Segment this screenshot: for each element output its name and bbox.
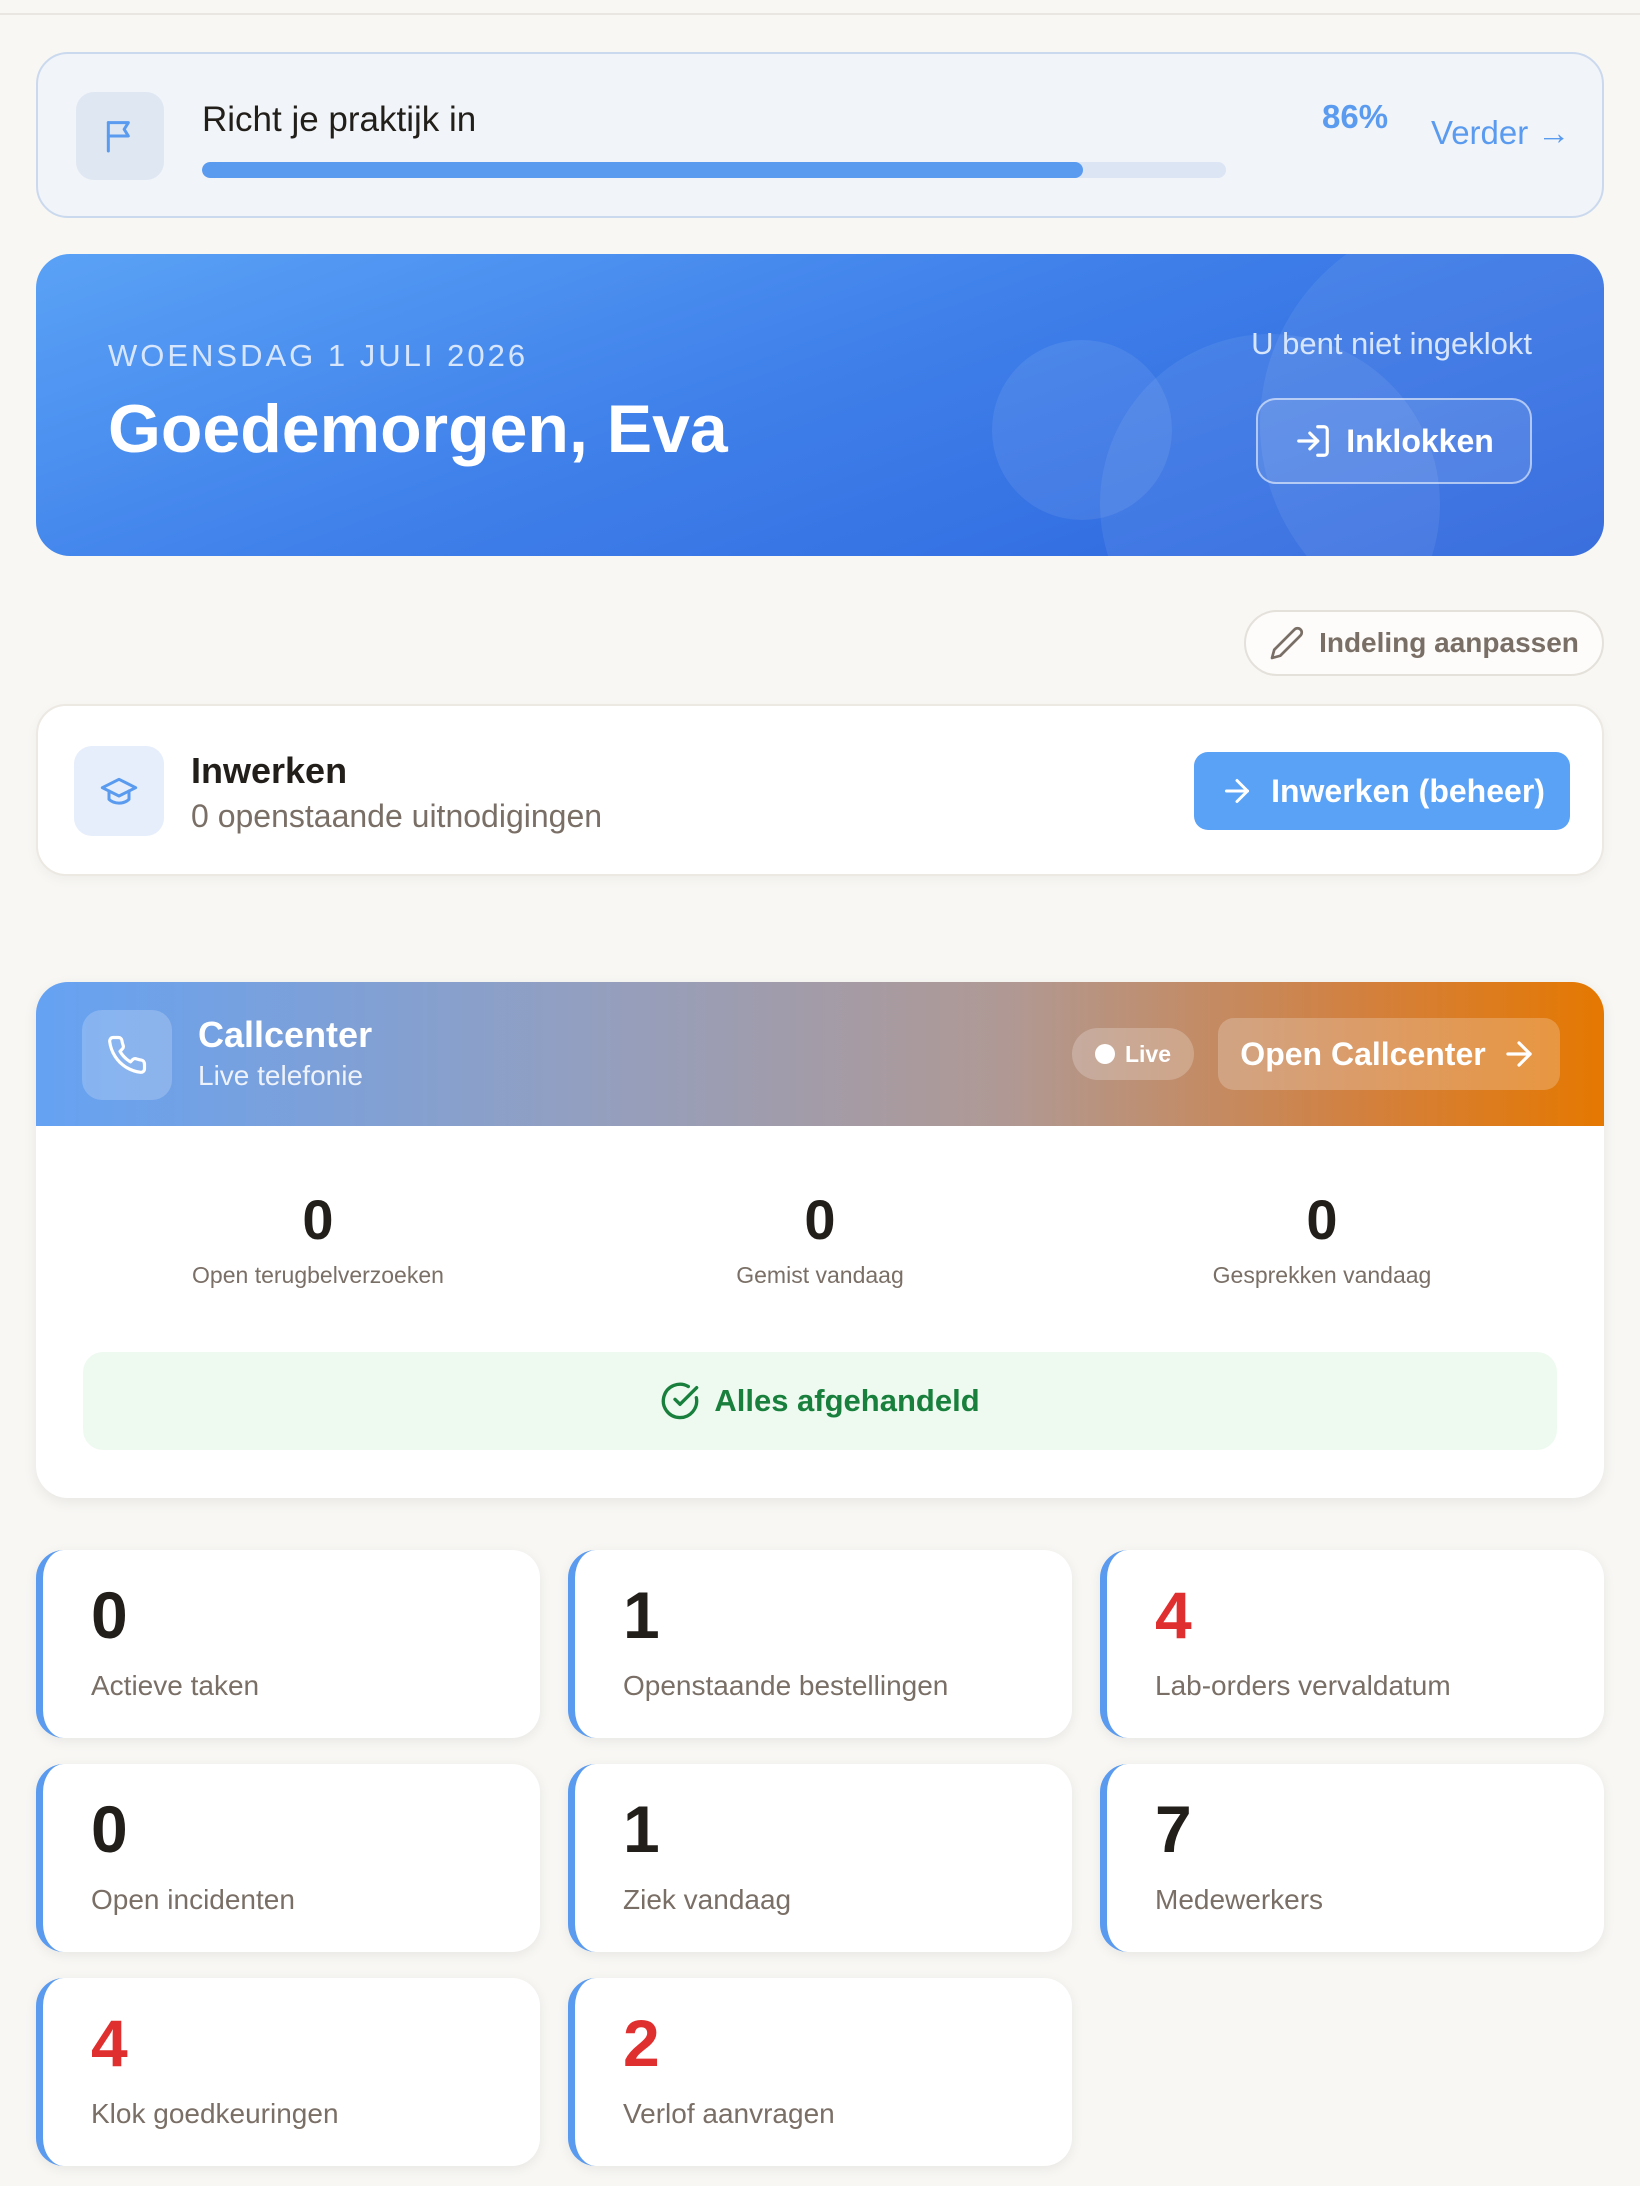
live-badge: Live xyxy=(1072,1028,1194,1080)
setup-progress-fill xyxy=(202,162,1083,178)
lab-orders-tile[interactable]: 4 Lab-orders vervaldatum xyxy=(1100,1550,1604,1738)
tile-label: Klok goedkeuringen xyxy=(91,2098,339,2129)
phone-icon xyxy=(82,1010,172,1100)
arrow-right-icon xyxy=(1506,1041,1532,1067)
login-icon xyxy=(1297,425,1330,457)
setup-progress-card: Richt je praktijk in 86% Verder → xyxy=(36,52,1604,218)
clock-approvals-tile[interactable]: 4 Klok goedkeuringen xyxy=(36,1978,540,2166)
active-tasks-tile[interactable]: 0 Actieve taken xyxy=(36,1550,540,1738)
tile-label: Open incidenten xyxy=(91,1884,295,1915)
stat-label: Gesprekken vandaag xyxy=(1212,1262,1432,1288)
callcenter-card: Callcenter Live telefonie Live Open Call… xyxy=(36,982,1604,1498)
clock-in-label: Inklokken xyxy=(1346,422,1494,459)
onboarding-title: Inwerken xyxy=(191,750,348,791)
tile-value: 2 xyxy=(623,2006,660,2080)
callback-requests-stat: 0 Open terugbelverzoeken xyxy=(118,1192,518,1289)
stat-value: 0 xyxy=(1306,1188,1338,1251)
callcenter-status: Alles afgehandeld xyxy=(83,1352,1557,1450)
tile-label: Lab-orders vervaldatum xyxy=(1155,1670,1451,1701)
clock-status: U bent niet ingeklokt xyxy=(1251,326,1532,361)
callcenter-status-label: Alles afgehandeld xyxy=(714,1383,980,1418)
setup-progress-bar xyxy=(202,162,1226,178)
tile-label: Medewerkers xyxy=(1155,1884,1324,1915)
edit-layout-label: Indeling aanpassen xyxy=(1319,627,1579,658)
open-callcenter-button[interactable]: Open Callcenter xyxy=(1218,1018,1560,1090)
stat-value: 0 xyxy=(804,1188,836,1251)
setup-progress-percent: 86% xyxy=(1322,98,1389,135)
open-incidents-tile[interactable]: 0 Open incidenten xyxy=(36,1764,540,1952)
live-dot-icon xyxy=(1094,1044,1115,1064)
calls-today-stat: 0 Gesprekken vandaag xyxy=(1122,1192,1522,1289)
clock-in-button[interactable]: Inklokken xyxy=(1256,398,1532,484)
callcenter-subtitle: Live telefonie xyxy=(198,1060,364,1091)
open-orders-tile[interactable]: 1 Openstaande bestellingen xyxy=(568,1550,1072,1738)
tile-value: 1 xyxy=(623,1792,660,1866)
tile-value: 0 xyxy=(91,1578,128,1652)
edit-layout-button[interactable]: Indeling aanpassen xyxy=(1244,610,1604,676)
employees-tile[interactable]: 7 Medewerkers xyxy=(1100,1764,1604,1952)
onboarding-admin-button[interactable]: Inwerken (beheer) xyxy=(1194,752,1570,830)
arrow-right-icon xyxy=(1225,779,1250,803)
flag-icon xyxy=(76,92,164,180)
current-date: WOENSDAG 1 JULI 2026 xyxy=(108,338,529,373)
open-callcenter-label: Open Callcenter xyxy=(1240,1035,1486,1072)
onboarding-subtitle: 0 openstaande uitnodigingen xyxy=(191,798,603,834)
greeting-banner: WOENSDAG 1 JULI 2026 Goedemorgen, Eva U … xyxy=(36,254,1604,556)
live-label: Live xyxy=(1124,1040,1172,1067)
callcenter-title: Callcenter xyxy=(198,1014,373,1055)
leave-requests-tile[interactable]: 2 Verlof aanvragen xyxy=(568,1978,1072,2166)
tile-value: 7 xyxy=(1155,1792,1192,1866)
tile-value: 4 xyxy=(1155,1578,1192,1652)
tile-value: 0 xyxy=(91,1792,128,1866)
tile-label: Ziek vandaag xyxy=(623,1884,792,1915)
stat-label: Open terugbelverzoeken xyxy=(192,1262,444,1288)
tile-label: Actieve taken xyxy=(91,1670,260,1701)
tile-value: 4 xyxy=(91,2006,128,2080)
tile-label: Openstaande bestellingen xyxy=(623,1670,949,1701)
setup-continue-link[interactable]: Verder → xyxy=(1431,114,1570,152)
setup-title: Richt je praktijk in xyxy=(202,100,477,139)
tile-value: 1 xyxy=(623,1578,660,1652)
check-circle-icon xyxy=(662,1382,699,1420)
sick-today-tile[interactable]: 1 Ziek vandaag xyxy=(568,1764,1072,1952)
callcenter-header: Callcenter Live telefonie Live Open Call… xyxy=(36,982,1604,1126)
missed-calls-stat: 0 Gemist vandaag xyxy=(620,1192,1020,1289)
greeting-title: Goedemorgen, Eva xyxy=(108,391,728,467)
onboarding-button-label: Inwerken (beheer) xyxy=(1271,772,1545,809)
graduation-cap-icon xyxy=(74,746,164,836)
tile-label: Verlof aanvragen xyxy=(623,2098,835,2129)
onboarding-card: Inwerken 0 openstaande uitnodigingen Inw… xyxy=(36,704,1604,876)
pencil-icon xyxy=(1270,626,1304,660)
top-divider xyxy=(0,0,1640,15)
stat-label: Gemist vandaag xyxy=(736,1262,904,1288)
stat-value: 0 xyxy=(302,1188,334,1251)
